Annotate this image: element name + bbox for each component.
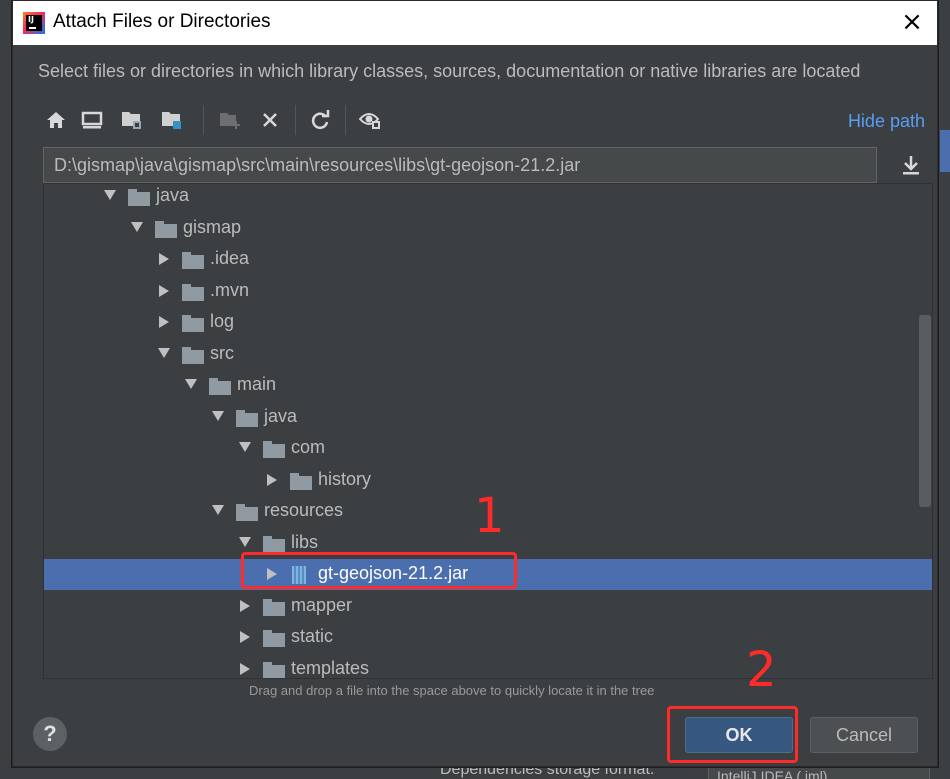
tree-row[interactable]: com (44, 433, 932, 464)
tree-row[interactable]: templates (44, 654, 932, 678)
delete-icon[interactable] (257, 107, 283, 133)
tree-row-label: resources (264, 500, 344, 520)
chevron-right-icon[interactable] (240, 662, 250, 675)
folder-icon (263, 441, 285, 458)
chevron-down-icon[interactable] (212, 505, 224, 515)
file-chooser-toolbar: Hide path (31, 99, 931, 143)
folder-icon (263, 661, 285, 678)
tree-row[interactable]: java (44, 184, 932, 212)
toolbar-separator (203, 105, 204, 135)
tree-row-label: static (291, 626, 334, 646)
tree-row-label: history (318, 468, 372, 489)
drag-drop-hint: Drag and drop a file into the space abov… (249, 683, 655, 698)
folder-icon (182, 315, 204, 332)
chevron-right-icon[interactable] (240, 631, 250, 643)
folder-icon (182, 252, 204, 269)
folder-icon (182, 283, 204, 301)
tree-row-label: libs (291, 531, 319, 552)
tree-row[interactable]: src (44, 339, 932, 370)
tree-row[interactable]: mapper (44, 591, 932, 622)
chevron-right-icon[interactable] (267, 473, 277, 486)
annotation-number-2: 2 (746, 642, 777, 698)
tree-row-label: templates (291, 657, 370, 678)
tree-row-label: mapper (291, 594, 353, 615)
chevron-down-icon[interactable] (158, 347, 170, 358)
tree-row-label: src (210, 342, 234, 363)
chevron-down-icon[interactable] (131, 221, 143, 232)
show-hidden-icon[interactable] (357, 107, 383, 133)
dialog-description: Select files or directories in which lib… (38, 61, 861, 81)
desktop-icon[interactable] (79, 107, 105, 133)
folder-icon (236, 504, 258, 521)
refresh-icon[interactable] (307, 107, 333, 133)
project-folder-icon[interactable] (119, 107, 145, 133)
help-button[interactable]: ? (33, 717, 67, 751)
path-input[interactable]: D:\gismap\java\gismap\src\main\resources… (43, 147, 877, 183)
chevron-down-icon[interactable] (212, 410, 224, 421)
annotation-box-1 (241, 552, 517, 589)
tree-row[interactable]: gismap (44, 213, 932, 244)
folder-icon (263, 535, 285, 553)
tree-row-label: gismap (183, 216, 242, 237)
file-tree[interactable]: java gismap .idea .mvn log src main java com hist… (43, 183, 933, 679)
tree-row[interactable]: static (44, 622, 932, 653)
chevron-right-icon[interactable] (159, 253, 169, 265)
hide-path-link[interactable]: Hide path (848, 111, 925, 132)
chevron-down-icon[interactable] (104, 190, 116, 200)
toolbar-separator (345, 105, 346, 135)
tree-row[interactable]: main (44, 370, 932, 401)
tree-row-label: log (210, 311, 235, 331)
tree-row[interactable]: .mvn (44, 276, 932, 307)
folder-icon (290, 472, 312, 490)
new-folder-icon[interactable] (217, 107, 243, 133)
toolbar-separator (295, 105, 296, 135)
title-bar: IJ Attach Files or Directories × (13, 1, 937, 45)
annotation-box-2 (667, 706, 798, 763)
folder-icon (236, 409, 258, 427)
tree-row[interactable]: java (44, 402, 932, 433)
download-icon[interactable] (899, 153, 923, 177)
dialog-title: Attach Files or Directories (53, 11, 271, 32)
tree-row[interactable]: log (44, 307, 932, 338)
tree-row-label: java (156, 185, 190, 205)
background-selection (940, 130, 950, 172)
close-icon[interactable]: × (901, 9, 923, 35)
tree-row-label: com (291, 437, 326, 457)
annotation-number-1: 1 (474, 488, 505, 544)
chevron-right-icon[interactable] (240, 599, 250, 612)
chevron-down-icon[interactable] (239, 536, 251, 547)
chevron-right-icon[interactable] (159, 284, 169, 297)
tree-row-label: .mvn (210, 279, 250, 300)
intellij-icon: IJ (23, 12, 45, 34)
chevron-down-icon[interactable] (239, 442, 251, 452)
folder-icon (155, 220, 177, 238)
folder-icon (209, 378, 231, 395)
attach-files-dialog: IJ Attach Files or Directories × Select … (12, 0, 938, 767)
tree-row-label: main (237, 374, 277, 394)
background-storage-select[interactable]: IntelliJ IDEA (.iml) (708, 765, 930, 779)
cancel-button[interactable]: Cancel (810, 717, 918, 753)
folder-icon (263, 630, 285, 647)
tree-row-label: .idea (210, 248, 250, 268)
tree-row[interactable]: .idea (44, 244, 932, 275)
folder-icon (182, 346, 204, 364)
home-icon[interactable] (43, 107, 69, 133)
module-folder-icon[interactable] (159, 107, 185, 133)
chevron-down-icon[interactable] (185, 379, 197, 389)
tree-row-label: java (264, 405, 298, 426)
chevron-right-icon[interactable] (159, 316, 169, 328)
folder-icon (263, 598, 285, 616)
tree-scrollbar[interactable] (919, 315, 931, 507)
folder-icon (128, 189, 150, 206)
